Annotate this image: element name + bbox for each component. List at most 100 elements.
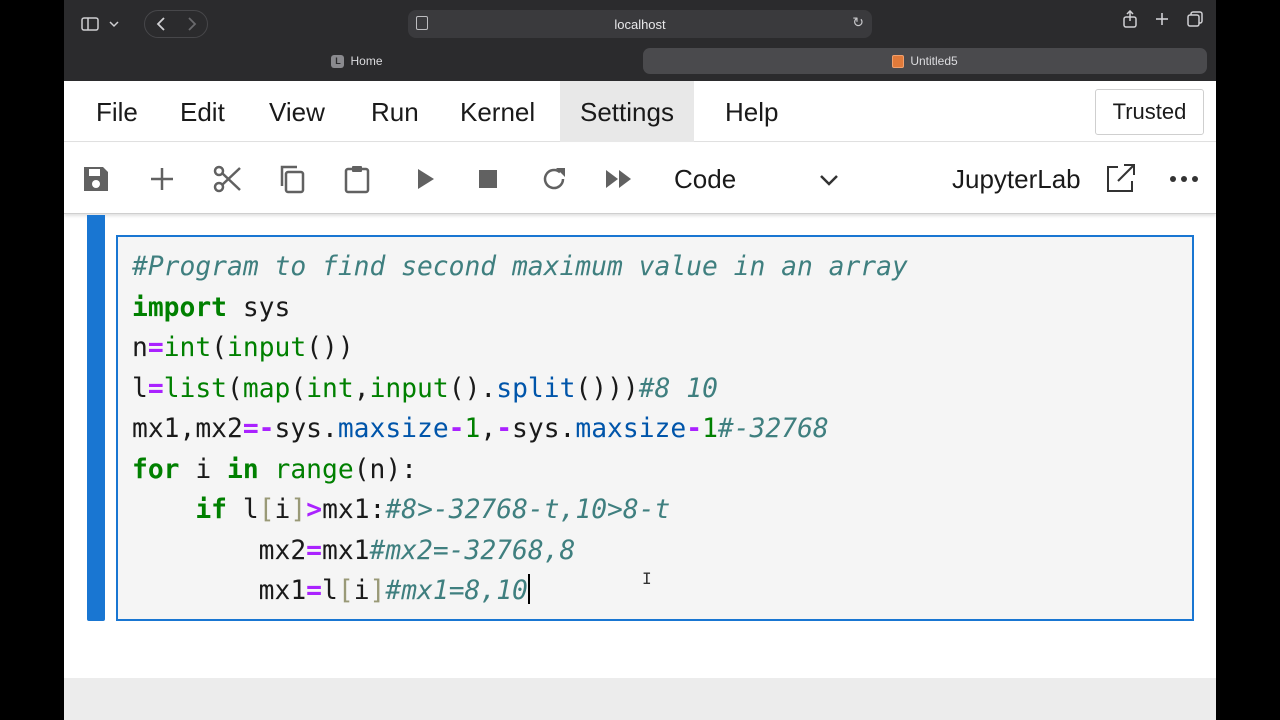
- code-line[interactable]: n=int(input()): [132, 328, 908, 369]
- sidebar-icon: [81, 17, 99, 31]
- save-icon[interactable]: [80, 163, 112, 195]
- code-token: mx1:: [322, 495, 386, 525]
- code-token: -: [496, 414, 513, 444]
- code-token: maxsize: [575, 414, 687, 444]
- code-line[interactable]: for i in range(n):: [132, 450, 908, 491]
- code-token: #8>-32768-t,10>8-t: [385, 495, 671, 525]
- navigation-buttons: [144, 10, 208, 38]
- reload-icon[interactable]: ↻: [852, 14, 864, 31]
- menu-help[interactable]: Help: [705, 81, 798, 142]
- page-background: [64, 678, 1216, 720]
- code-token: #-32768: [717, 414, 829, 444]
- code-line[interactable]: mx1=l[i]#mx1=8,10: [132, 571, 908, 612]
- code-line[interactable]: mx2=mx1#mx2=-32768,8: [132, 531, 908, 572]
- code-token: l: [132, 373, 148, 404]
- code-token: ()): [306, 333, 354, 363]
- code-token: i: [353, 576, 370, 606]
- copy-icon[interactable]: [276, 163, 308, 195]
- code-token: =-: [242, 414, 275, 444]
- run-icon[interactable]: [409, 163, 441, 195]
- code-line[interactable]: if l[i]>mx1:#8>-32768-t,10>8-t: [132, 490, 908, 531]
- code-token: mx1,mx2: [132, 414, 243, 444]
- browser-chrome: localhost ↻ L Home Untitled5: [64, 0, 1216, 81]
- code-token: (: [211, 333, 228, 363]
- code-token: sys.: [512, 414, 576, 444]
- stop-icon[interactable]: [472, 163, 504, 195]
- tab-overview-icon[interactable]: [1186, 10, 1204, 28]
- tab-label: Home: [350, 54, 383, 68]
- code-token: #Program to find second maximum value in…: [132, 252, 908, 282]
- code-token: input: [369, 373, 449, 404]
- text-cursor: [527, 574, 530, 604]
- code-token: input: [227, 333, 307, 363]
- code-token: sys.: [274, 414, 338, 444]
- code-token: ())): [575, 373, 639, 404]
- browser-tab-home[interactable]: L Home: [74, 48, 640, 74]
- code-token: l: [322, 576, 338, 606]
- sidebar-toggle-button[interactable]: [74, 12, 126, 36]
- code-line[interactable]: #Program to find second maximum value in…: [132, 247, 908, 288]
- chevron-down-icon[interactable]: [816, 167, 842, 193]
- code-token: (: [227, 373, 243, 404]
- code-token: maxsize: [337, 414, 449, 444]
- code-token: int: [163, 333, 212, 363]
- code-line[interactable]: mx1,mx2=-sys.maxsize-1,-sys.maxsize-1#-3…: [132, 409, 908, 450]
- kernel-name[interactable]: JupyterLab: [952, 161, 1081, 197]
- code-token: #8 10: [638, 373, 718, 404]
- code-token: split: [496, 373, 576, 404]
- fast-forward-icon[interactable]: [603, 163, 635, 195]
- tab-label: Untitled5: [910, 54, 958, 68]
- code-token: sys: [227, 292, 291, 323]
- menu-edit[interactable]: Edit: [160, 81, 245, 142]
- notebook-favicon: [892, 54, 905, 68]
- cell-type-select[interactable]: Code: [674, 161, 736, 197]
- share-icon[interactable]: [1122, 10, 1138, 28]
- code-token: l: [227, 495, 259, 525]
- code-token: =: [147, 373, 164, 404]
- home-favicon: L: [331, 54, 345, 68]
- code-token: #mx2=-32768,8: [369, 535, 576, 566]
- code-token: ().: [448, 373, 497, 404]
- code-line[interactable]: import sys: [132, 288, 908, 329]
- code-token: 1: [464, 414, 481, 444]
- jupyter-app: File Edit View Run Kernel Settings Help …: [64, 81, 1216, 678]
- menu-file[interactable]: File: [76, 81, 158, 142]
- code-token: (: [290, 373, 307, 404]
- code-token: ,: [480, 414, 497, 444]
- menu-run[interactable]: Run: [351, 81, 439, 142]
- cell-collapser[interactable]: [87, 215, 105, 621]
- page-icon: [416, 16, 428, 30]
- menu-kernel[interactable]: Kernel: [440, 81, 555, 142]
- back-icon[interactable]: [156, 17, 166, 31]
- new-tab-icon[interactable]: [1154, 10, 1170, 28]
- forward-icon[interactable]: [187, 17, 197, 31]
- code-token: map: [242, 373, 291, 404]
- code-token: mx1: [132, 576, 307, 606]
- code-token: for: [132, 454, 180, 485]
- open-external-icon[interactable]: [1104, 161, 1138, 195]
- cut-icon[interactable]: [211, 163, 243, 195]
- code-content[interactable]: #Program to find second maximum value in…: [132, 247, 908, 612]
- trusted-button[interactable]: Trusted: [1095, 89, 1204, 135]
- add-cell-icon[interactable]: [146, 163, 178, 195]
- paste-icon[interactable]: [341, 163, 373, 195]
- restart-icon[interactable]: [538, 163, 570, 195]
- address-bar[interactable]: localhost ↻: [408, 10, 872, 38]
- code-token: i: [179, 454, 227, 485]
- code-token: mx2: [132, 535, 307, 566]
- menu-view[interactable]: View: [249, 81, 345, 142]
- code-line[interactable]: l=list(map(int,input().split()))#8 10: [132, 369, 908, 410]
- code-token: 1: [702, 414, 718, 444]
- code-token: ,: [353, 373, 370, 404]
- url-text: localhost: [614, 16, 666, 32]
- more-icon[interactable]: [1168, 163, 1200, 195]
- menu-settings[interactable]: Settings: [560, 81, 694, 142]
- chevron-down-icon: [109, 21, 119, 28]
- code-cell-editor[interactable]: #Program to find second maximum value in…: [116, 235, 1194, 621]
- browser-tab-untitled[interactable]: Untitled5: [643, 48, 1207, 74]
- code-token: =: [306, 535, 322, 566]
- code-token: -: [686, 414, 703, 444]
- code-token: =: [147, 333, 164, 363]
